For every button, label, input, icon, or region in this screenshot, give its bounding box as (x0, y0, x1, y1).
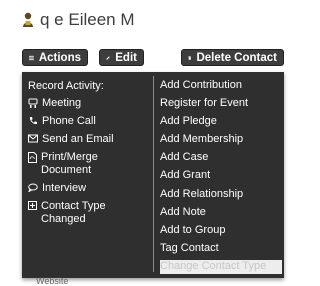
menu-item-add-contribution[interactable]: Add Contribution (160, 79, 282, 92)
delete-contact-button[interactable]: Delete Contact (181, 49, 284, 66)
document-icon (28, 152, 37, 163)
pencil-icon (106, 53, 110, 63)
person-icon (22, 12, 34, 28)
website-label: Website (36, 276, 68, 286)
actions-dropdown-menu: Record Activity: Meeting Phone Call Send… (22, 72, 284, 278)
menu-item-add-note[interactable]: Add Note (160, 206, 282, 219)
activity-meeting[interactable]: Meeting (28, 97, 81, 110)
activity-label: Interview (42, 182, 86, 195)
menu-item-register-event[interactable]: Register for Event (160, 97, 282, 110)
delete-contact-label: Delete Contact (196, 52, 277, 64)
envelope-icon (28, 134, 38, 143)
menu-item-add-pledge[interactable]: Add Pledge (160, 115, 282, 128)
activity-label: Print/Merge Document (41, 151, 148, 177)
menu-item-add-to-group[interactable]: Add to Group (160, 224, 282, 237)
activity-label: Meeting (42, 97, 81, 110)
actions-button[interactable]: Actions (22, 49, 88, 66)
record-activity-column: Record Activity: Meeting Phone Call Send… (22, 72, 152, 278)
meeting-icon (28, 98, 38, 108)
menu-item-add-case[interactable]: Add Case (160, 151, 282, 164)
activity-send-email[interactable]: Send an Email (28, 133, 114, 146)
activity-interview[interactable]: Interview (28, 182, 86, 195)
activity-label: Send an Email (42, 133, 114, 146)
edit-button[interactable]: Edit (99, 49, 144, 66)
phone-icon (28, 116, 38, 126)
menu-item-add-grant[interactable]: Add Grant (160, 169, 282, 182)
activity-print-merge[interactable]: Print/Merge Document (28, 151, 148, 177)
activity-contact-type-changed[interactable]: Contact Type Changed (28, 200, 148, 226)
edit-button-label: Edit (115, 52, 137, 64)
menu-item-tag-contact[interactable]: Tag Contact (160, 242, 282, 255)
actions-button-label: Actions (39, 52, 81, 64)
menu-divider (153, 76, 154, 272)
menu-item-add-membership[interactable]: Add Membership (160, 133, 282, 146)
trash-icon (188, 53, 191, 63)
contact-name: q e Eileen M (40, 10, 135, 30)
actions-column: Add Contribution Register for Event Add … (156, 72, 283, 278)
menu-lines-icon (29, 54, 34, 62)
plus-box-icon (28, 201, 37, 210)
activity-phone-call[interactable]: Phone Call (28, 115, 96, 128)
menu-item-add-relationship[interactable]: Add Relationship (160, 188, 282, 201)
menu-item-change-contact-type: Change Contact Type (160, 260, 282, 274)
activity-label: Contact Type Changed (41, 200, 148, 226)
contact-header: q e Eileen M (22, 10, 135, 30)
speech-bubble-icon (28, 183, 38, 192)
activity-label: Phone Call (42, 115, 96, 128)
record-activity-heading: Record Activity: (28, 80, 104, 92)
